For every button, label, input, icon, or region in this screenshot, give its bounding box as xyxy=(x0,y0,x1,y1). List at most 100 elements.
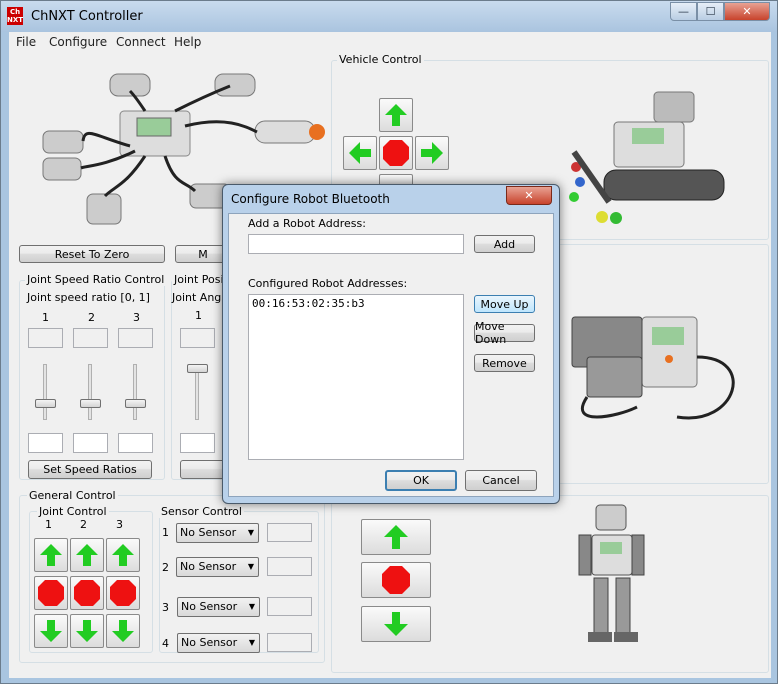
sensor-2-label: 2 xyxy=(162,561,169,574)
arrow-down-icon xyxy=(384,612,408,636)
speed-slider-1-track xyxy=(43,364,47,420)
title-bar[interactable]: Ch NXT ChNXT Controller — ☐ ✕ xyxy=(1,1,777,32)
menu-file[interactable]: File xyxy=(16,35,36,49)
minimize-button[interactable]: — xyxy=(670,2,697,21)
sensor-2-select[interactable]: No Sensor ▼ xyxy=(176,557,259,577)
vehicle-left-button[interactable] xyxy=(343,136,377,170)
dialog-close-button[interactable]: ✕ xyxy=(506,186,552,205)
arrow-right-icon xyxy=(421,142,443,164)
menu-help[interactable]: Help xyxy=(174,35,201,49)
stop-icon xyxy=(74,580,100,606)
chevron-down-icon: ▼ xyxy=(248,638,255,647)
sensor-3-value: No Sensor xyxy=(181,600,238,613)
vehicle-robot-image xyxy=(569,91,725,224)
close-button[interactable]: ✕ xyxy=(724,2,770,21)
configure-bluetooth-dialog: Configure Robot Bluetooth ✕ Add a Robot … xyxy=(222,184,560,504)
joint-1-up-button[interactable] xyxy=(34,538,68,572)
sensor-3-readout xyxy=(267,597,312,616)
humanoid-back-button[interactable] xyxy=(361,606,431,642)
menu-connect[interactable]: Connect xyxy=(116,35,166,49)
chevron-down-icon: ▼ xyxy=(247,528,254,537)
speed-col-1-label: 1 xyxy=(42,311,49,324)
vehicle-right-button[interactable] xyxy=(415,136,449,170)
address-list-item[interactable]: 00:16:53:02:35:b3 xyxy=(252,297,365,310)
sensor-1-select[interactable]: No Sensor ▼ xyxy=(176,523,259,543)
angle-col-1-label: 1 xyxy=(195,309,202,322)
move-up-button[interactable]: Move Up xyxy=(474,295,535,313)
move-down-button[interactable]: Move Down xyxy=(474,320,535,346)
humanoid-robot-image xyxy=(578,504,645,642)
joint-2-up-button[interactable] xyxy=(70,538,104,572)
joint-1-stop-button[interactable] xyxy=(34,576,68,610)
arrow-up-icon xyxy=(40,544,62,566)
speed-slider-1[interactable] xyxy=(35,399,56,408)
dialog-body: Add a Robot Address: Add Configured Robo… xyxy=(228,213,554,497)
sensor-control-title: Sensor Control xyxy=(159,505,244,518)
joint-3-down-button[interactable] xyxy=(106,614,140,648)
stop-icon xyxy=(382,566,410,594)
sensor-4-value: No Sensor xyxy=(181,636,238,649)
chevron-down-icon: ▼ xyxy=(247,562,254,571)
sensor-3-label: 3 xyxy=(162,601,169,614)
speed-slider-2[interactable] xyxy=(80,399,101,408)
menu-configure[interactable]: Configure xyxy=(49,35,107,49)
joint-speed-ratio-title: Joint Speed Ratio Control xyxy=(25,273,167,286)
chevron-down-icon: ▼ xyxy=(248,602,255,611)
speed-readout-1 xyxy=(28,328,63,348)
stop-icon xyxy=(383,140,409,166)
addresses-list[interactable]: 00:16:53:02:35:b3 xyxy=(248,294,464,460)
add-button[interactable]: Add xyxy=(474,235,535,253)
general-control-title: General Control xyxy=(27,489,118,502)
arm-robot-image xyxy=(571,316,735,420)
speed-col-3-label: 3 xyxy=(133,311,140,324)
sensor-1-readout xyxy=(267,523,312,542)
joint-3-stop-button[interactable] xyxy=(106,576,140,610)
arrow-up-icon xyxy=(112,544,134,566)
vehicle-stop-button[interactable] xyxy=(379,136,413,170)
reset-to-zero-button[interactable]: Reset To Zero xyxy=(19,245,165,263)
speed-readout-2 xyxy=(73,328,108,348)
joint-1-down-button[interactable] xyxy=(34,614,68,648)
sensor-4-readout xyxy=(267,633,312,652)
angle-input-1[interactable] xyxy=(180,433,215,453)
speed-slider-3-track xyxy=(133,364,137,420)
sensor-2-readout xyxy=(267,557,312,576)
joint-2-down-button[interactable] xyxy=(70,614,104,648)
joint-2-stop-button[interactable] xyxy=(70,576,104,610)
stop-icon xyxy=(110,580,136,606)
sensor-3-select[interactable]: No Sensor ▼ xyxy=(177,597,260,617)
angle-readout-1 xyxy=(180,328,215,348)
sensor-4-select[interactable]: No Sensor ▼ xyxy=(177,633,260,653)
speed-input-3[interactable] xyxy=(118,433,153,453)
stop-icon xyxy=(38,580,64,606)
speed-slider-2-track xyxy=(88,364,92,420)
arrow-left-icon xyxy=(349,142,371,164)
remove-button[interactable]: Remove xyxy=(474,354,535,372)
speed-input-2[interactable] xyxy=(73,433,108,453)
add-address-label: Add a Robot Address: xyxy=(248,217,366,230)
arrow-up-icon xyxy=(76,544,98,566)
menu-bar: File Configure Connect Help xyxy=(9,32,771,52)
app-logo-icon: Ch NXT xyxy=(7,7,24,25)
humanoid-forward-button[interactable] xyxy=(361,519,431,555)
joint-3-up-button[interactable] xyxy=(106,538,140,572)
vehicle-control-title: Vehicle Control xyxy=(337,53,424,66)
dialog-title: Configure Robot Bluetooth xyxy=(231,192,390,206)
speed-col-2-label: 2 xyxy=(88,311,95,324)
window-title: ChNXT Controller xyxy=(31,9,143,24)
joint-speed-ratio-subtitle: Joint speed ratio [0, 1] xyxy=(27,291,150,304)
speed-readout-3 xyxy=(118,328,153,348)
add-address-input[interactable] xyxy=(248,234,464,254)
speed-input-1[interactable] xyxy=(28,433,63,453)
set-speed-ratios-button[interactable]: Set Speed Ratios xyxy=(28,460,152,479)
cancel-button[interactable]: Cancel xyxy=(465,470,537,491)
arrow-down-icon xyxy=(40,620,62,642)
humanoid-stop-button[interactable] xyxy=(361,562,431,598)
arrow-down-icon xyxy=(76,620,98,642)
maximize-button[interactable]: ☐ xyxy=(697,2,724,21)
sensor-1-value: No Sensor xyxy=(180,526,237,539)
angle-slider-1[interactable] xyxy=(187,364,208,373)
speed-slider-3[interactable] xyxy=(125,399,146,408)
vehicle-forward-button[interactable] xyxy=(379,98,413,132)
ok-button[interactable]: OK xyxy=(385,470,457,491)
